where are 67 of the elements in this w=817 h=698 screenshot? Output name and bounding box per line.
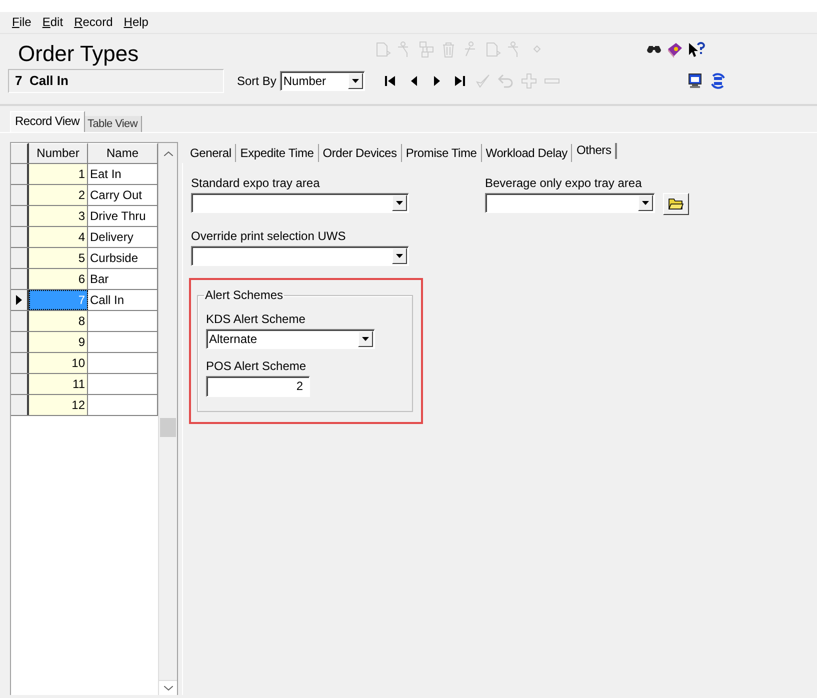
view-tab[interactable]: Record View bbox=[10, 111, 85, 132]
table-cell: 12 bbox=[29, 395, 88, 415]
dropdown-arrow-icon[interactable] bbox=[396, 254, 403, 258]
table-cell: 11 bbox=[29, 374, 88, 394]
current-record-field: 7 Call In bbox=[8, 69, 224, 93]
menu-item[interactable]: Edit bbox=[42, 15, 64, 31]
table-cell: 7 bbox=[29, 290, 88, 310]
column-header[interactable]: Name bbox=[88, 143, 158, 163]
scroll-thumb[interactable] bbox=[160, 418, 176, 437]
row-header[interactable] bbox=[11, 395, 29, 415]
field-label: POS Alert Scheme bbox=[206, 359, 308, 373]
table-cell: 3 bbox=[29, 206, 88, 226]
field-label: Override print selection UWS bbox=[191, 229, 347, 243]
sort-dropdown[interactable]: Number bbox=[280, 71, 366, 91]
dropdown-arrow-icon[interactable] bbox=[352, 79, 360, 83]
menu-item[interactable]: Record bbox=[74, 15, 113, 31]
row-header[interactable] bbox=[11, 227, 29, 247]
field-label: Beverage only expo tray area bbox=[485, 176, 643, 190]
dropdown-arrow-icon[interactable] bbox=[396, 201, 403, 205]
dropdown-arrow-icon[interactable] bbox=[642, 201, 649, 205]
dropdown[interactable]: Alternate bbox=[206, 329, 375, 349]
table-cell: 8 bbox=[29, 311, 88, 331]
field-label: Standard expo tray area bbox=[191, 176, 321, 190]
table-cell: 6 bbox=[29, 269, 88, 289]
row-header[interactable] bbox=[11, 353, 29, 373]
book-icon[interactable] bbox=[666, 41, 684, 59]
row-header[interactable] bbox=[11, 374, 29, 394]
detail-tab[interactable]: Expedite Time bbox=[236, 144, 319, 162]
row-header[interactable] bbox=[11, 311, 29, 331]
dropdown-arrow-icon[interactable] bbox=[362, 337, 369, 341]
row-header[interactable] bbox=[11, 185, 29, 205]
folder-button[interactable] bbox=[663, 193, 689, 215]
folder-icon bbox=[668, 198, 684, 210]
field-label: KDS Alert Scheme bbox=[206, 312, 306, 326]
detail-tab[interactable]: Promise Time bbox=[402, 144, 482, 162]
scroll-up-icon[interactable] bbox=[164, 150, 172, 156]
table-cell: 4 bbox=[29, 227, 88, 247]
table-cell: 10 bbox=[29, 353, 88, 373]
table-cell: 2 bbox=[29, 185, 88, 205]
table-cell: 9 bbox=[29, 332, 88, 352]
detail-tab[interactable]: Order Devices bbox=[318, 144, 402, 162]
row-header[interactable] bbox=[11, 248, 29, 268]
table-cell: 1 bbox=[29, 164, 88, 184]
scroll-down-icon[interactable] bbox=[164, 686, 172, 690]
row-header[interactable] bbox=[11, 269, 29, 289]
help-icon[interactable] bbox=[687, 41, 705, 59]
current-row-icon bbox=[16, 295, 22, 305]
sync-icon[interactable] bbox=[709, 72, 728, 90]
row-header[interactable] bbox=[11, 332, 29, 352]
row-header[interactable] bbox=[11, 164, 29, 184]
table-cell: 5 bbox=[29, 248, 88, 268]
detail-tab[interactable]: General bbox=[186, 144, 236, 162]
corner-header[interactable] bbox=[11, 143, 29, 163]
input-field[interactable]: 2 bbox=[206, 376, 310, 397]
scrollbar[interactable] bbox=[158, 143, 177, 695]
view-tab[interactable]: Table View bbox=[84, 116, 142, 132]
row-header[interactable] bbox=[11, 290, 29, 310]
dropdown[interactable] bbox=[191, 246, 409, 266]
dropdown[interactable] bbox=[191, 193, 409, 213]
dropdown[interactable] bbox=[485, 193, 655, 213]
menu-item[interactable]: Help bbox=[124, 15, 148, 31]
row-header[interactable] bbox=[11, 206, 29, 226]
menu-item[interactable]: File bbox=[12, 15, 32, 31]
group-title: Alert Schemes bbox=[204, 288, 284, 302]
window-title: Order Types bbox=[17, 40, 140, 65]
column-header[interactable]: Number bbox=[29, 143, 88, 163]
sort-label: Sort By bbox=[237, 74, 276, 88]
